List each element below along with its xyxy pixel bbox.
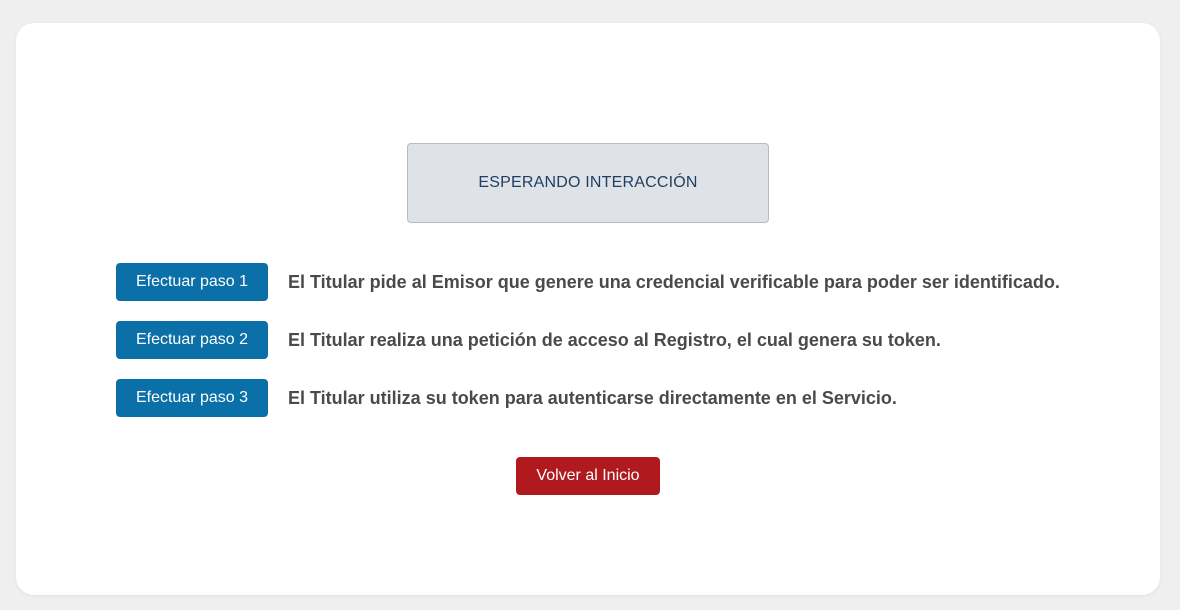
step-2-button[interactable]: Efectuar paso 2 [116, 321, 268, 359]
step-row-3: Efectuar paso 3 El Titular utiliza su to… [116, 379, 897, 417]
step-2-description: El Titular realiza una petición de acces… [288, 329, 941, 350]
main-card: ESPERANDO INTERACCIÓN Efectuar paso 1 El… [16, 23, 1160, 595]
status-text: ESPERANDO INTERACCIÓN [478, 174, 698, 191]
back-to-home-button[interactable]: Volver al Inicio [516, 457, 660, 495]
step-row-2: Efectuar paso 2 El Titular realiza una p… [116, 321, 941, 359]
status-box: ESPERANDO INTERACCIÓN [407, 143, 769, 223]
step-row-1: Efectuar paso 1 El Titular pide al Emiso… [116, 263, 1060, 301]
step-3-button[interactable]: Efectuar paso 3 [116, 379, 268, 417]
step-3-description: El Titular utiliza su token para autenti… [288, 387, 897, 408]
step-1-description: El Titular pide al Emisor que genere una… [288, 271, 1060, 292]
step-1-button[interactable]: Efectuar paso 1 [116, 263, 268, 301]
